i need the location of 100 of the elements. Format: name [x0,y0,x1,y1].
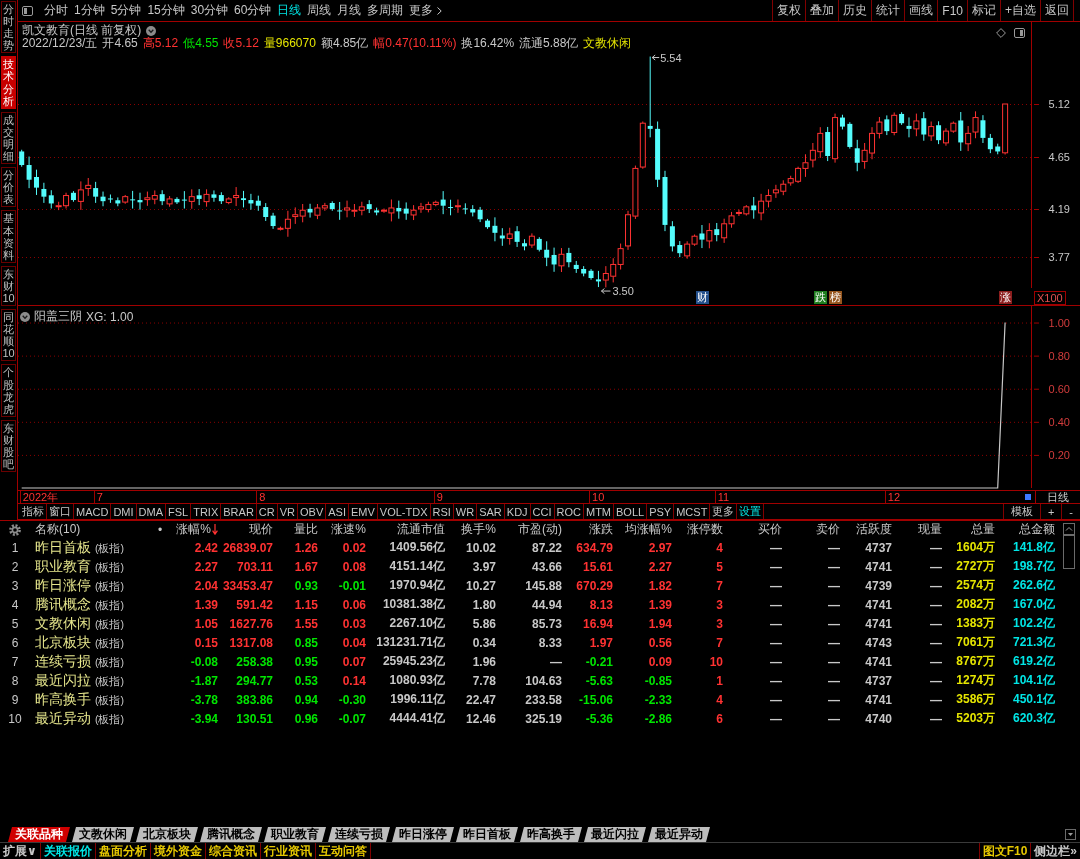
indicator-tab[interactable]: EMV [348,504,378,519]
indicator-tab[interactable]: 窗口 [47,504,74,519]
side-tab[interactable]: 东财股吧 [1,419,16,473]
panel-toggle-icon[interactable] [22,5,33,16]
column-header[interactable]: 总金额 [997,521,1057,538]
column-header[interactable]: • [150,522,170,537]
status-link[interactable]: 盘面分析 [95,843,151,859]
indicator-tab[interactable]: ROC [554,504,584,519]
scroll-up-icon[interactable] [1063,523,1075,535]
indicator-tab[interactable]: DMA [136,504,166,519]
tool-button[interactable]: 统计 [871,0,905,21]
column-header[interactable]: 卖价 [784,521,842,538]
sheet-tab[interactable]: 昨日首板 [456,827,518,842]
indicator-tab[interactable]: MACD [74,504,112,519]
side-tab[interactable]: 东财10 [1,265,16,307]
tool-button[interactable]: 复权 [772,0,806,21]
indicator-tab[interactable]: OBV [298,504,327,519]
settings-link[interactable]: 设置 [737,504,765,519]
indicator-tab[interactable]: 更多 [710,504,738,519]
period-tab[interactable]: 分时 [41,2,71,19]
indicator-tab[interactable]: FSL [166,504,192,519]
period-tab[interactable]: 日线 [274,2,305,19]
panel-tool-button[interactable]: - [1061,504,1080,519]
more-menu-button[interactable]: 更多 [406,2,446,19]
side-tab[interactable]: 个股龙虎 [1,364,16,417]
sheet-tab[interactable]: 最近异动 [648,827,710,842]
tool-button[interactable]: 叠加 [805,0,839,21]
side-tab[interactable]: 分价表 [1,167,16,208]
sheet-tab[interactable]: 关联品种 [8,827,70,842]
side-tab[interactable]: 成交明细 [1,111,16,165]
settings-icon[interactable] [9,523,21,536]
period-tab[interactable]: 15分钟 [144,2,188,19]
sheet-tab[interactable]: 职业教育 [264,827,326,842]
indicator-tab[interactable]: MCST [674,504,711,519]
column-header[interactable]: 换手% [447,521,498,538]
period-badge[interactable]: 日线 [1035,491,1080,503]
side-tab[interactable]: 基本资料 [1,210,16,263]
column-header[interactable]: 买价 [725,521,784,538]
period-tab[interactable]: 60分钟 [231,2,275,19]
event-badge[interactable]: 涨 [999,291,1013,304]
status-link[interactable]: 境外资金 [150,843,206,859]
indicator-tab[interactable]: VR [277,504,298,519]
column-header[interactable]: 名称(10) [30,521,150,538]
column-header[interactable]: 市盈(动) [498,521,564,538]
column-header[interactable]: 现价 [220,521,275,538]
column-header[interactable]: 现量 [894,521,944,538]
indicator-tab[interactable]: VOL-TDX [377,504,431,519]
tool-button[interactable]: 标记 [967,0,1000,21]
indicator-tab[interactable]: DMI [111,504,137,519]
column-header[interactable]: 均涨幅% [615,521,674,538]
indicator-tab[interactable]: 指标 [20,504,47,519]
status-link[interactable]: 图文F10 [978,843,1031,859]
column-header[interactable]: 涨幅% [170,521,220,538]
status-link[interactable]: 互动问答 [315,843,371,859]
dropdown-icon[interactable] [20,311,30,322]
indicator-tab[interactable]: ASI [326,504,349,519]
side-tab[interactable]: 技术分析 [1,56,16,109]
period-tab[interactable]: 多周期 [364,2,407,19]
status-link[interactable]: 侧边栏» [1030,843,1080,859]
tool-button[interactable]: +自选 [1000,0,1040,21]
sheet-tab[interactable]: 文教休闲 [72,827,134,842]
period-tab[interactable]: 月线 [334,2,365,19]
tool-button[interactable]: 历史 [838,0,872,21]
period-tab[interactable]: 周线 [304,2,335,19]
indicator-tab[interactable]: BRAR [221,504,257,519]
side-tab[interactable]: 同花顺10 [1,309,16,362]
column-header[interactable]: 总量 [944,521,997,538]
period-tab[interactable]: 5分钟 [107,2,145,19]
indicator-tab[interactable]: WR [453,504,478,519]
indicator-tab[interactable]: KDJ [504,504,531,519]
tool-button[interactable]: 返回 [1040,0,1074,21]
scrollbar-thumb[interactable] [1063,535,1075,569]
sheet-tab[interactable]: 腾讯概念 [200,827,262,842]
status-link[interactable]: 扩展∨ [0,843,41,859]
indicator-tab[interactable]: TRIX [191,504,222,519]
indicator-tab[interactable]: CR [256,504,278,519]
status-link[interactable]: 关联报价 [40,843,96,859]
status-link[interactable]: 综合资讯 [205,843,261,859]
indicator-tab[interactable]: SAR [477,504,505,519]
event-badge[interactable]: 财 [695,291,709,304]
event-badge[interactable]: 榜 [829,291,843,304]
panel-tool-button[interactable]: 模板 [1002,504,1040,519]
indicator-tab[interactable]: RSI [430,504,454,519]
sheet-tab[interactable]: 连续亏损 [328,827,390,842]
column-header[interactable]: 流通市值 [368,521,447,538]
column-header[interactable]: 量比 [275,521,320,538]
sheet-tab[interactable]: 昨高换手 [520,827,582,842]
column-header[interactable]: 涨速% [320,521,368,538]
column-header[interactable]: 活跃度 [842,521,894,538]
indicator-tab[interactable]: CCI [530,504,555,519]
panel-tool-button[interactable]: + [1039,504,1062,519]
column-header[interactable]: 涨跌 [564,521,615,538]
column-header[interactable]: 涨停数 [674,521,725,538]
diamond-icon[interactable] [996,28,1006,38]
tool-button[interactable]: F10 [937,0,967,21]
panel-toggle-icon[interactable] [1014,28,1025,38]
period-tab[interactable]: 1分钟 [71,2,108,19]
dropdown-icon[interactable] [146,25,157,36]
event-badge[interactable]: 跌 [814,291,828,304]
sheet-tab[interactable]: 北京板块 [136,827,198,842]
